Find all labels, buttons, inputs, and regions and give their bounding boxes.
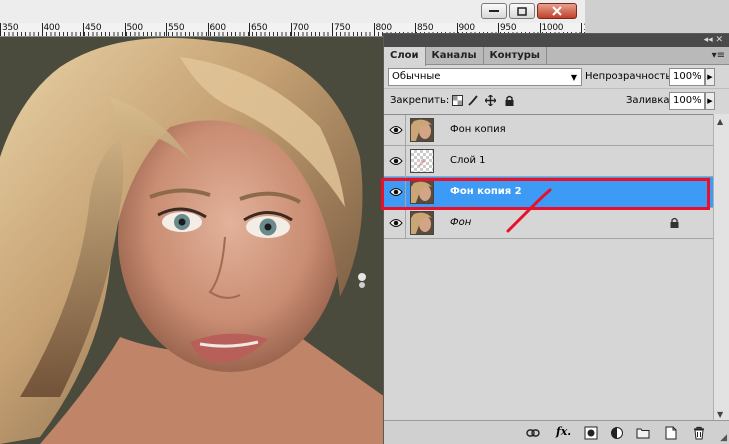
ruler-label: 400 [43, 23, 61, 33]
panel-header-strip: ◂◂ ✕ [384, 34, 729, 47]
visibility-eye-icon[interactable] [386, 208, 406, 238]
visibility-eye-icon[interactable] [386, 146, 406, 176]
lock-transparent-pixels-icon[interactable] [452, 95, 463, 106]
layer-name: Фон копия [450, 124, 506, 135]
ruler-major-tick [124, 23, 126, 36]
fill-input[interactable]: 100% [669, 92, 705, 110]
trash-icon[interactable] [692, 426, 706, 440]
ruler-label: 700 [292, 23, 310, 33]
layer-thumbnail [410, 180, 434, 204]
tab-paths[interactable]: Контуры [484, 47, 547, 65]
blend-row: Обычные ▼ Непрозрачность: 100% ▶ [384, 65, 729, 88]
ruler-label: 550 [168, 23, 185, 33]
ruler-label: 650 [251, 23, 268, 33]
ruler-major-tick [373, 23, 375, 36]
document-canvas[interactable] [0, 37, 385, 444]
lock-position-icon[interactable] [485, 95, 496, 106]
layer-row[interactable]: Фон копия [384, 115, 714, 146]
lock-row: Закрепить: Заливка: 100% ▶ [384, 88, 729, 111]
document-window-titlebar [0, 0, 585, 23]
visibility-eye-icon[interactable] [386, 177, 406, 207]
layer-thumbnail [410, 211, 434, 235]
maximize-icon [517, 6, 527, 16]
ruler-label: 500 [126, 23, 144, 33]
panel-tabbar: Слои Каналы Контуры ▾≡ [384, 47, 729, 66]
new-layer-icon[interactable] [664, 426, 678, 440]
ruler-label: 600 [209, 23, 227, 33]
tab-layers[interactable]: Слои [384, 47, 426, 66]
blend-mode-select[interactable]: Обычные ▼ [388, 68, 582, 86]
ruler-label: 800 [375, 23, 393, 33]
layer-name: Фон [450, 217, 472, 228]
minimize-icon [489, 10, 499, 12]
ruler-major-tick [290, 23, 292, 36]
ruler-label: 450 [85, 23, 102, 33]
fill-slider-button[interactable]: ▶ [705, 92, 715, 110]
ruler-major-tick [207, 23, 209, 36]
link-icon[interactable] [526, 426, 540, 440]
lock-icon [670, 217, 679, 228]
group-folder-icon[interactable] [636, 426, 650, 440]
ruler-label: 850 [417, 23, 434, 33]
opacity-label: Непрозрачность: [585, 71, 675, 82]
photoshop-workspace: 350 400 450 500 550 600 650 700 750 800 850 900 950 1… [0, 0, 729, 444]
ruler-label: 1050 [583, 23, 585, 33]
maximize-button[interactable] [509, 3, 535, 19]
close-icon [552, 6, 562, 16]
layer-thumbnail-transparent [410, 149, 434, 173]
adjustment-layer-icon[interactable] [610, 426, 624, 440]
opacity-input[interactable]: 100% [669, 68, 705, 86]
ruler-major-tick [41, 23, 43, 36]
layer-thumbnail [410, 118, 434, 142]
ruler-label: 750 [334, 23, 351, 33]
tab-channels[interactable]: Каналы [426, 47, 484, 65]
panel-menu-icon[interactable]: ▾≡ [712, 50, 725, 61]
annotation-stroke [506, 188, 552, 233]
minimize-button[interactable] [481, 3, 507, 19]
chevron-down-icon: ▼ [570, 73, 577, 82]
ruler-major-tick [249, 23, 250, 36]
ruler-label: 900 [458, 23, 476, 33]
scroll-down-icon[interactable]: ▼ [717, 410, 723, 419]
layers-list: Фон копия Слой 1 Фон копия 2 Фон [384, 114, 714, 416]
visibility-eye-icon[interactable] [386, 115, 406, 145]
lock-all-icon[interactable] [504, 95, 515, 106]
ruler-major-tick [332, 23, 333, 36]
collapse-panel-icon[interactable]: ◂◂ ✕ [704, 35, 723, 45]
ruler-label: 1000 [541, 23, 564, 33]
lock-label: Закрепить: [390, 95, 450, 106]
window-controls [481, 3, 579, 19]
lock-image-pixels-icon[interactable] [468, 95, 479, 106]
portrait-photo [0, 37, 385, 444]
ruler-label: 950 [500, 23, 517, 33]
layer-name: Слой 1 [450, 155, 486, 166]
workspace-background [585, 0, 729, 33]
scroll-up-icon[interactable]: ▲ [717, 117, 723, 126]
opacity-slider-button[interactable]: ▶ [705, 68, 715, 86]
fx-icon[interactable]: fx. [556, 425, 576, 439]
close-button[interactable] [537, 3, 577, 19]
resize-grip-icon[interactable]: ◢ [720, 433, 727, 443]
blend-mode-value: Обычные [392, 71, 441, 82]
layer-mask-icon[interactable] [584, 426, 598, 440]
layers-panel: ◂◂ ✕ Слои Каналы Контуры ▾≡ Обычные ▼ Не… [383, 33, 729, 444]
ruler-major-tick [83, 23, 84, 36]
layer-row[interactable]: Слой 1 [384, 146, 714, 177]
ruler-major-tick [166, 23, 167, 36]
fill-label: Заливка: [626, 95, 673, 106]
ruler-label: 350 [2, 23, 19, 33]
panel-bottom-toolbar: fx. ◢ [384, 420, 729, 444]
layers-scrollbar[interactable]: ▲ ▼ [713, 114, 729, 422]
ruler-major-tick [0, 23, 1, 36]
